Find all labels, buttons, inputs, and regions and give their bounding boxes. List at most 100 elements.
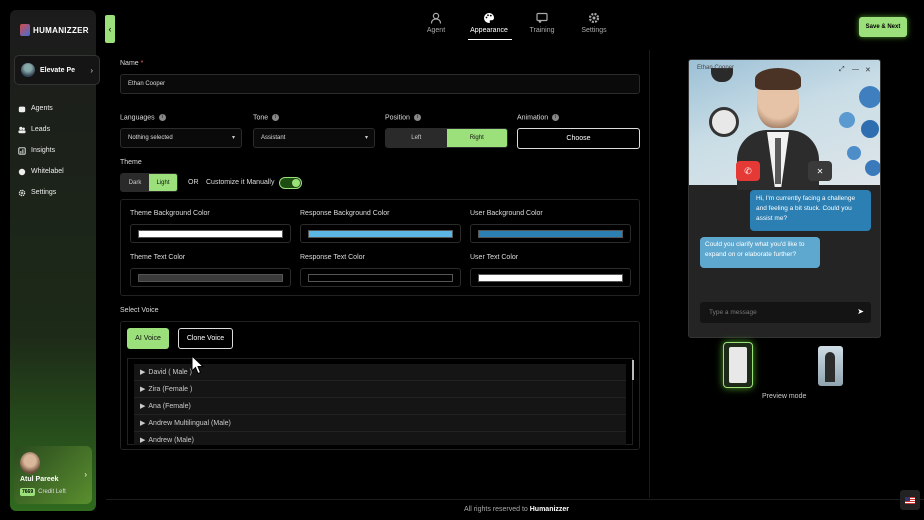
user-text-color-picker[interactable] bbox=[470, 268, 631, 287]
active-tab-indicator bbox=[468, 39, 512, 40]
users-icon bbox=[18, 126, 26, 133]
play-icon[interactable]: ▶ bbox=[140, 436, 145, 444]
voice-item[interactable]: ▶ Zira (Female ) bbox=[134, 381, 626, 398]
tab-label: Agent bbox=[426, 27, 446, 34]
tab-settings[interactable]: Settings bbox=[580, 12, 608, 34]
response-bg-color-label: Response Background Color bbox=[300, 210, 390, 217]
theme-bg-color-picker[interactable] bbox=[130, 224, 291, 243]
mute-button[interactable]: ✕ bbox=[808, 161, 832, 181]
play-icon[interactable]: ▶ bbox=[140, 385, 145, 393]
name-label: Name * bbox=[120, 60, 144, 67]
info-icon[interactable]: i bbox=[158, 114, 166, 121]
footer-divider bbox=[106, 499, 924, 500]
color-swatch bbox=[308, 274, 453, 282]
tab-label: Appearance bbox=[470, 27, 508, 34]
theme-text-color-label: Theme Text Color bbox=[130, 254, 186, 261]
position-right-option[interactable]: Right bbox=[446, 129, 507, 147]
voice-item[interactable]: ▶ Andrew Multilingual (Male) bbox=[134, 415, 626, 432]
preview-mode-desktop[interactable] bbox=[723, 342, 753, 388]
play-icon[interactable]: ▶ bbox=[140, 419, 145, 427]
languages-select[interactable]: Nothing selected ▾ bbox=[120, 128, 242, 148]
message-input[interactable]: Type a message ➤ bbox=[700, 302, 871, 323]
agent-hair bbox=[755, 68, 801, 90]
chevron-right-icon: › bbox=[90, 66, 93, 75]
tone-select[interactable]: Assistant ▾ bbox=[253, 128, 375, 148]
workspace-name: Elevate Pe bbox=[40, 66, 76, 74]
ai-voice-button[interactable]: AI Voice bbox=[127, 328, 169, 349]
color-swatch bbox=[478, 230, 623, 238]
chevron-left-icon: ‹ bbox=[108, 24, 112, 34]
name-field[interactable]: Ethan Cooper bbox=[120, 74, 640, 94]
decor-circle bbox=[839, 112, 855, 128]
voice-item[interactable]: ▶ Ana (Female) bbox=[134, 398, 626, 415]
or-label: OR bbox=[188, 179, 199, 186]
preview-mode-mobile[interactable] bbox=[818, 346, 843, 386]
play-icon[interactable]: ▶ bbox=[140, 402, 145, 410]
mobile-preview-thumb bbox=[825, 352, 835, 382]
theme-light-option[interactable]: Light bbox=[149, 174, 177, 191]
response-text-color-picker[interactable] bbox=[300, 268, 461, 287]
tab-label: Settings bbox=[581, 27, 607, 34]
languages-label: Languages i bbox=[120, 114, 166, 121]
end-call-button[interactable]: ✆ bbox=[736, 161, 760, 181]
close-icon[interactable]: ✕ bbox=[865, 66, 871, 74]
tab-agent[interactable]: Agent bbox=[423, 12, 449, 34]
theme-text-color-picker[interactable] bbox=[130, 268, 291, 287]
send-icon[interactable]: ➤ bbox=[857, 307, 864, 316]
info-icon[interactable]: i bbox=[272, 114, 280, 121]
position-toggle: Left Right bbox=[385, 128, 508, 148]
clone-voice-button[interactable]: Clone Voice bbox=[178, 328, 233, 349]
gear-icon bbox=[18, 189, 26, 196]
color-swatch bbox=[308, 230, 453, 238]
sidebar-item-whitelabel[interactable]: Whitelabel bbox=[18, 161, 64, 182]
sidebar-item-settings[interactable]: Settings bbox=[18, 182, 64, 203]
sidebar: HUMANIZZER Elevate Pe › Agents Leads Ins… bbox=[10, 10, 100, 511]
mic-off-icon: ✕ bbox=[816, 166, 824, 176]
position-left-option[interactable]: Left bbox=[386, 129, 447, 147]
caret-down-icon: ▾ bbox=[231, 135, 235, 141]
decor-circle bbox=[861, 120, 879, 138]
theme-dark-option[interactable]: Dark bbox=[121, 174, 149, 191]
chart-icon bbox=[18, 146, 26, 155]
mouse-cursor-icon bbox=[191, 355, 205, 375]
minimize-icon[interactable]: — bbox=[852, 66, 859, 73]
save-next-button[interactable]: Save & Next bbox=[859, 17, 907, 37]
user-card[interactable]: Atul Pareek 7669 Credit Left › bbox=[14, 446, 92, 504]
color-swatch bbox=[478, 274, 623, 282]
tab-training[interactable]: Training bbox=[527, 12, 557, 34]
workspace-selector[interactable]: Elevate Pe › bbox=[14, 55, 100, 85]
palette-icon bbox=[484, 13, 495, 23]
brand-logo[interactable]: HUMANIZZER bbox=[20, 24, 89, 36]
agent-tie bbox=[775, 138, 781, 184]
decor-circle bbox=[847, 146, 861, 160]
preview-mode-label: Preview mode bbox=[762, 393, 807, 400]
scrollbar-thumb[interactable] bbox=[632, 360, 634, 380]
choose-animation-button[interactable]: Choose bbox=[517, 128, 640, 149]
customize-switch[interactable] bbox=[279, 177, 302, 189]
sidebar-item-leads[interactable]: Leads bbox=[18, 119, 64, 140]
bot-message: Could you clarify what you'd like to exp… bbox=[700, 237, 820, 268]
user-bg-color-picker[interactable] bbox=[470, 224, 631, 243]
response-bg-color-picker[interactable] bbox=[300, 224, 461, 243]
tab-appearance[interactable]: Appearance bbox=[467, 12, 511, 34]
workspace-avatar bbox=[21, 63, 35, 77]
credit-info: 7669 Credit Left bbox=[20, 488, 66, 496]
play-icon[interactable]: ▶ bbox=[140, 368, 145, 376]
sidebar-item-label: Agents bbox=[31, 105, 53, 112]
expand-icon[interactable]: ⤢ bbox=[839, 66, 845, 74]
decor-circle bbox=[859, 86, 880, 108]
user-message: Hi, I'm currently facing a challenge and… bbox=[750, 190, 871, 231]
voice-item[interactable]: ▶ David ( Male ) bbox=[134, 364, 626, 381]
theme-toggle: Dark Light bbox=[120, 173, 178, 192]
desktop-preview-thumb bbox=[729, 347, 747, 383]
info-icon[interactable]: i bbox=[552, 114, 560, 121]
person-icon bbox=[430, 12, 442, 24]
collapse-sidebar-button[interactable]: ‹ bbox=[105, 15, 115, 43]
voice-item[interactable]: ▶ Andrew (Male) bbox=[134, 432, 626, 445]
user-bg-color-label: User Background Color bbox=[470, 210, 543, 217]
robot-icon bbox=[18, 106, 26, 112]
info-icon[interactable]: i bbox=[413, 114, 421, 121]
language-flag-button[interactable] bbox=[900, 490, 920, 510]
sidebar-item-insights[interactable]: Insights bbox=[18, 140, 64, 161]
sidebar-item-agents[interactable]: Agents bbox=[18, 98, 64, 119]
